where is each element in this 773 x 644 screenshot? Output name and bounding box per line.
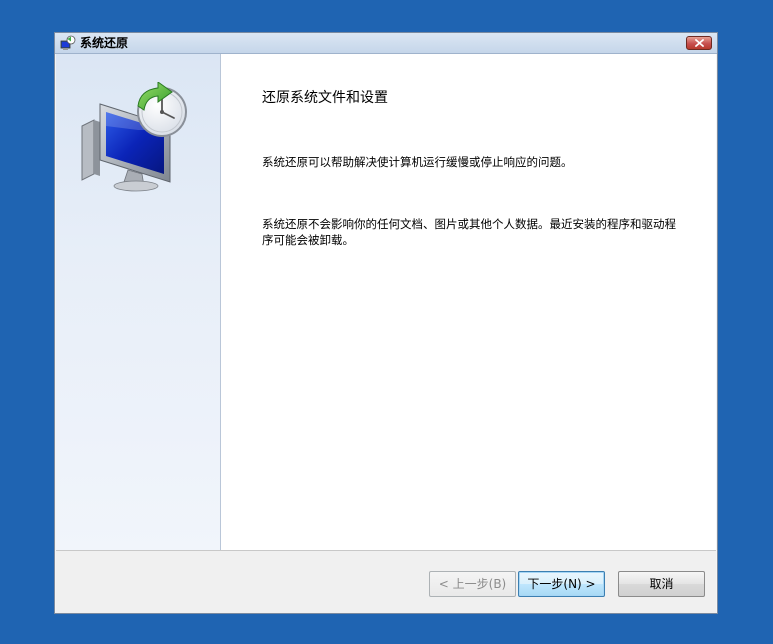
desktop-background: 系统还原 还原系统文件和设置 系统还原可以帮助解决使计算机运行缓慢或停止响应的问… — [0, 0, 773, 644]
window-title: 系统还原 — [80, 36, 129, 50]
next-button[interactable]: 下一步(N) > — [518, 571, 605, 597]
description-paragraph-2: 系统还原不会影响你的任何文档、图片或其他个人数据。最近安装的程序和驱动程序可能会… — [262, 217, 676, 247]
cancel-button[interactable]: 取消 — [618, 571, 705, 597]
description-paragraph-1: 系统还原可以帮助解决使计算机运行缓慢或停止响应的问题。 — [262, 155, 573, 169]
back-button[interactable]: < 上一步(B) — [429, 571, 516, 597]
wizard-content: 还原系统文件和设置 系统还原可以帮助解决使计算机运行缓慢或停止响应的问题。 系统… — [56, 54, 716, 551]
close-button[interactable] — [686, 36, 712, 50]
close-icon — [695, 39, 704, 47]
page-title: 还原系统文件和设置 — [262, 90, 388, 106]
system-restore-window: 系统还原 还原系统文件和设置 系统还原可以帮助解决使计算机运行缓慢或停止响应的问… — [54, 32, 718, 614]
system-restore-computer-clock-icon — [78, 81, 198, 192]
system-restore-icon — [60, 35, 76, 51]
wizard-footer: < 上一步(B) 下一步(N) > 取消 — [56, 551, 716, 613]
wizard-sidebar — [56, 54, 221, 550]
title-bar[interactable]: 系统还原 — [55, 33, 717, 54]
